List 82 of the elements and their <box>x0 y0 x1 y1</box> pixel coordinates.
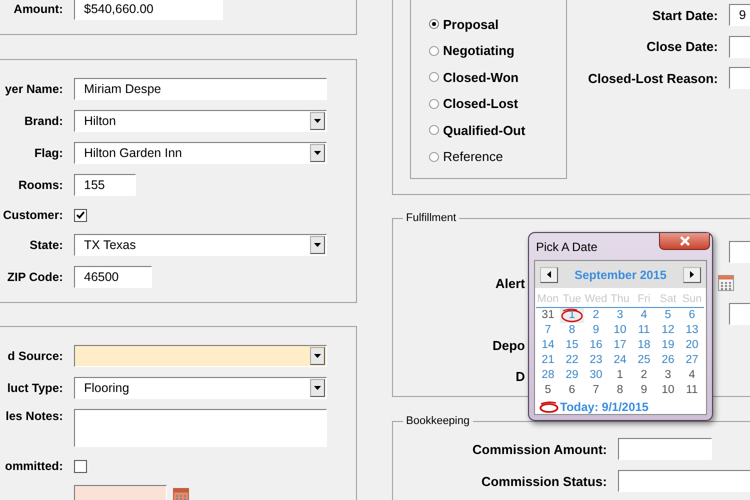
calendar-day[interactable]: 14 <box>536 338 560 353</box>
calendar-day[interactable]: 2 <box>584 308 608 323</box>
calendar-day[interactable]: 28 <box>536 368 560 383</box>
calendar-day[interactable]: 3 <box>608 308 632 323</box>
text-field[interactable]: 155 <box>74 174 136 196</box>
calendar-day[interactable]: 26 <box>656 353 680 368</box>
calendar-day[interactable]: 11 <box>632 323 656 338</box>
calendar-day[interactable]: 17 <box>608 338 632 353</box>
popup-title: Pick A Date <box>536 240 598 254</box>
calendar-day[interactable]: 4 <box>680 368 704 383</box>
calendar-day[interactable]: 19 <box>656 338 680 353</box>
calendar-day[interactable]: 3 <box>656 368 680 383</box>
month-title: September 2015 <box>574 268 667 282</box>
calendar-day[interactable]: 5 <box>656 308 680 323</box>
dropdown-field[interactable]: Flooring <box>74 377 327 399</box>
calendar-day[interactable]: 6 <box>560 383 584 398</box>
dropdown-field[interactable]: TX Texas <box>74 234 327 256</box>
field-label: State: <box>28 238 63 252</box>
calendar-day[interactable]: 23 <box>584 353 608 368</box>
field-label: Customer: <box>2 208 63 222</box>
field-label: Close Date: <box>646 39 718 54</box>
calendar-day[interactable]: 12 <box>656 323 680 338</box>
calendar-day[interactable]: 1 <box>608 368 632 383</box>
stage-radio[interactable]: Closed-Won <box>429 69 566 86</box>
calendar-day[interactable]: 31 <box>536 308 560 323</box>
dropdown-field[interactable]: Hilton <box>74 110 327 132</box>
field-label: les Notes: <box>4 409 63 423</box>
calendar-day[interactable]: 16 <box>584 338 608 353</box>
calendar-day[interactable]: 5 <box>536 383 560 398</box>
calendar-day[interactable]: 1 <box>560 308 584 323</box>
field-label: Depo <box>492 338 525 352</box>
calendar-day[interactable]: 9 <box>632 383 656 398</box>
calendar-day[interactable]: 30 <box>584 368 608 383</box>
calendar-day[interactable]: 15 <box>560 338 584 353</box>
text-field[interactable]: $540,660.00 <box>74 0 223 20</box>
text-field[interactable]: 46500 <box>74 266 152 288</box>
calendar-day[interactable]: 29 <box>560 368 584 383</box>
calendar-day[interactable]: 27 <box>680 353 704 368</box>
field-label: Closed-Lost Reason: <box>588 70 718 86</box>
field-label: D <box>514 368 525 384</box>
calendar-day[interactable]: 20 <box>680 338 704 353</box>
stage-radio[interactable]: Qualified-Out <box>429 122 566 138</box>
calendar-day[interactable]: 13 <box>680 323 704 338</box>
field-label: Flag: <box>33 146 63 160</box>
calendar-day[interactable]: 11 <box>680 383 704 398</box>
calendar-day[interactable]: 24 <box>608 353 632 368</box>
calendar-day[interactable]: 2 <box>632 368 656 383</box>
calendar-day[interactable]: 10 <box>608 323 632 338</box>
stage-radio[interactable]: Closed-Lost <box>429 96 566 112</box>
field-label: yer Name: <box>4 82 63 96</box>
calendar-day[interactable]: 21 <box>536 353 560 368</box>
panel-legend: Fulfillment <box>403 212 460 224</box>
field-label: luct Type: <box>6 381 63 395</box>
calendar-day[interactable]: 8 <box>608 383 632 398</box>
field-label: Amount: <box>12 2 63 16</box>
stage-radio[interactable]: Negotiating <box>429 42 566 59</box>
calendar-day[interactable]: 25 <box>632 353 656 368</box>
calendar-day[interactable]: 10 <box>656 383 680 398</box>
calendar-day[interactable]: 9 <box>584 323 608 338</box>
calendar-day[interactable]: 7 <box>584 383 608 398</box>
calendar-day[interactable]: 6 <box>680 308 704 323</box>
field-label: Start Date: <box>652 8 718 22</box>
calendar-day[interactable]: 7 <box>536 323 560 338</box>
calendar-day[interactable]: 8 <box>560 323 584 338</box>
stage-radio[interactable]: Proposal <box>429 16 566 32</box>
text-field[interactable]: Miriam Despe <box>74 78 327 100</box>
field-label: ommitted: <box>4 459 63 473</box>
field-label: Commission Status: <box>480 474 607 488</box>
field-label: Commission Amount: <box>471 442 607 456</box>
today-link[interactable]: Today: 9/1/2015 <box>560 400 648 414</box>
text-field[interactable]: 9 <box>729 4 750 26</box>
stage-radio[interactable]: Reference <box>429 148 566 165</box>
dropdown-field[interactable]: Hilton Garden Inn <box>74 142 327 164</box>
calendar-day[interactable]: 4 <box>632 308 656 323</box>
field-label: Rooms: <box>17 178 63 192</box>
calendar-day[interactable]: 22 <box>560 353 584 368</box>
field-label: d Source: <box>6 349 63 363</box>
field-label: ZIP Code: <box>6 270 63 284</box>
field-label: Alert <box>494 276 525 290</box>
calendar-day[interactable]: 18 <box>632 338 656 353</box>
panel-legend: Bookkeeping <box>403 415 473 427</box>
field-label: Brand: <box>23 114 63 128</box>
